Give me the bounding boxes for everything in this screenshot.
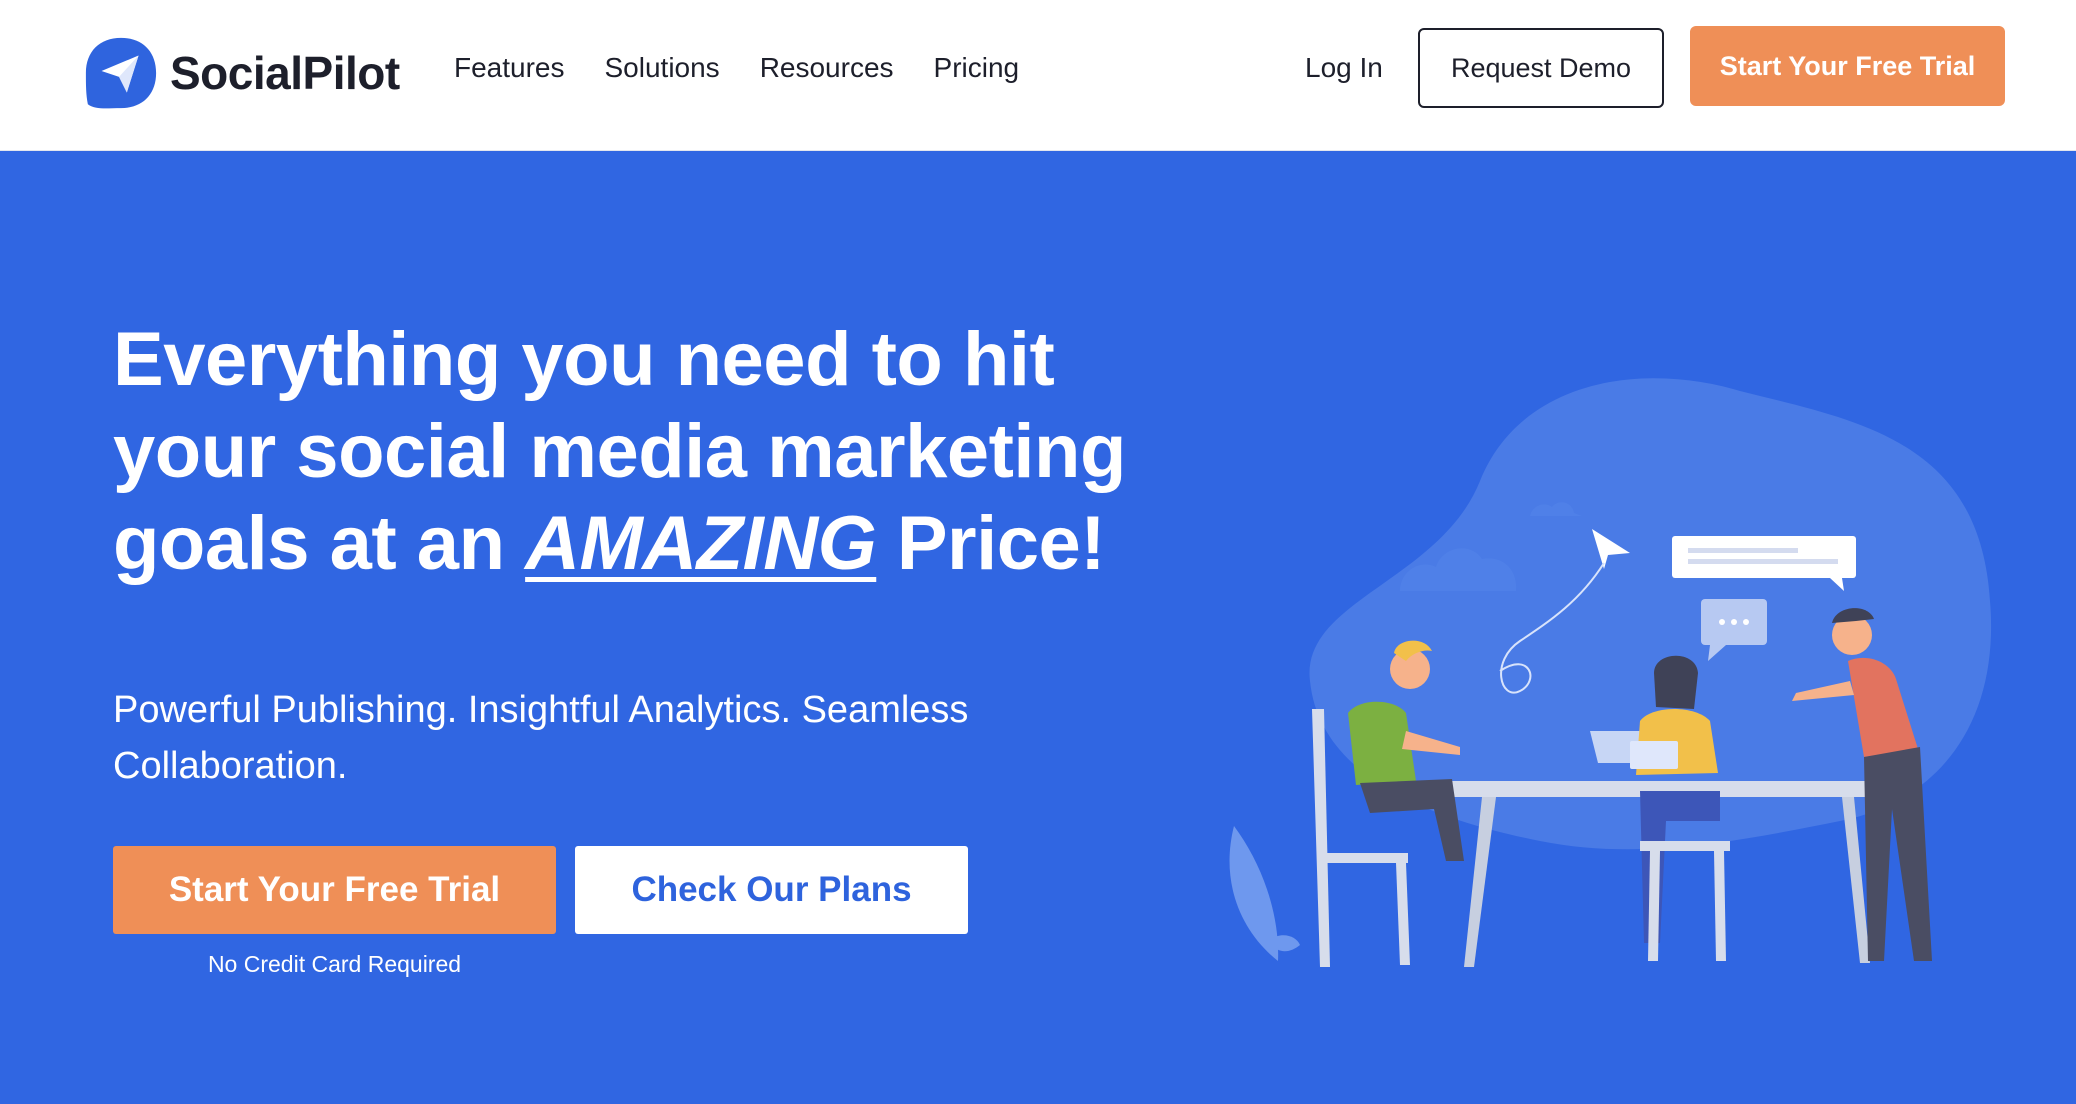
site-header: SocialPilot Features Solutions Resources… <box>0 0 2076 151</box>
nav-item-resources[interactable]: Resources <box>760 48 894 88</box>
headline-text-end: Price! <box>876 501 1106 586</box>
brand-name: SocialPilot <box>170 47 400 99</box>
speech-bubble <box>1672 536 1856 578</box>
header-free-trial-button[interactable]: Start Your Free Trial <box>1690 26 2005 106</box>
nav-item-solutions[interactable]: Solutions <box>605 48 720 88</box>
hero-section: Everything you need to hit your social m… <box>0 151 2076 1104</box>
check-plans-button[interactable]: Check Our Plans <box>575 846 968 934</box>
main-nav: Features Solutions Resources Pricing <box>454 48 1019 88</box>
nav-item-features[interactable]: Features <box>454 48 565 88</box>
start-free-trial-button[interactable]: Start Your Free Trial <box>113 846 556 934</box>
request-demo-button[interactable]: Request Demo <box>1418 28 1664 108</box>
hero-subline: Powerful Publishing. Insightful Analytic… <box>113 689 969 787</box>
logo[interactable]: SocialPilot <box>82 34 400 112</box>
nav-item-pricing[interactable]: Pricing <box>934 48 1020 88</box>
paper-plane-logo-icon <box>85 37 157 109</box>
team-meeting-illustration <box>1229 378 1992 967</box>
no-credit-card-note: No Credit Card Required <box>207 951 462 977</box>
login-link[interactable]: Log In <box>1305 48 1383 88</box>
headline-emphasis: AMAZING <box>525 501 877 586</box>
hero-headline: Everything you need to hit your social m… <box>113 314 1233 590</box>
